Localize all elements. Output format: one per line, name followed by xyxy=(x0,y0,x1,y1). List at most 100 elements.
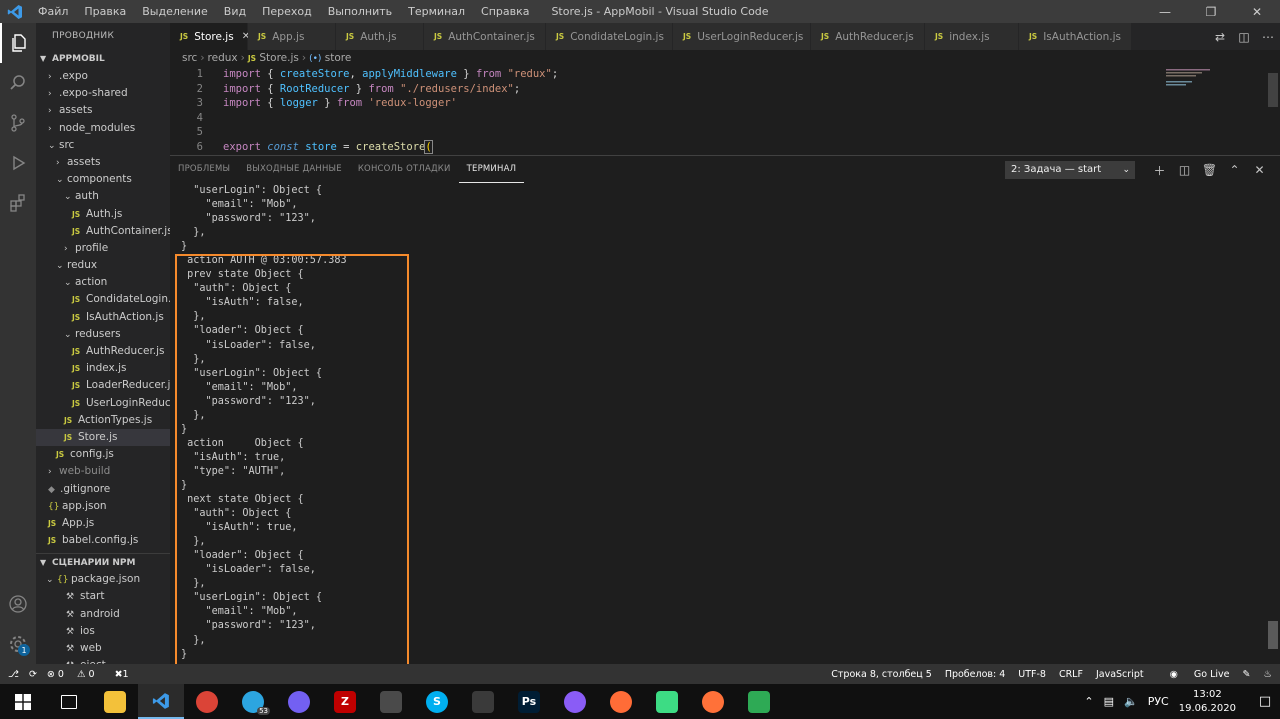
taskbar-viber[interactable] xyxy=(276,684,322,719)
breadcrumb-symbol[interactable]: store xyxy=(325,52,352,64)
taskbar-firefox[interactable] xyxy=(690,684,736,719)
editor-scrollbar[interactable] xyxy=(1266,67,1280,155)
tree-item[interactable]: ◆ .gitignore xyxy=(36,481,170,498)
terminal-select[interactable]: 2: Задача — start ⌄ xyxy=(1005,161,1135,179)
tab-auth-js[interactable]: JS Auth.js xyxy=(336,23,424,50)
tree-item[interactable]: {} app.json xyxy=(36,498,170,515)
line-ending[interactable]: CRLF xyxy=(1059,669,1083,680)
restore-icon[interactable]: ❐ xyxy=(1188,0,1234,23)
start-button[interactable] xyxy=(0,684,46,719)
breadcrumb-redux[interactable]: redux xyxy=(208,52,238,64)
taskbar-postman[interactable] xyxy=(598,684,644,719)
run-debug-icon[interactable] xyxy=(0,143,36,183)
minimize-icon[interactable]: — xyxy=(1142,0,1188,23)
tree-item[interactable]: › node_modules xyxy=(36,120,170,137)
feedback-icon[interactable]: ✎ xyxy=(1243,669,1251,680)
panel-tab[interactable]: КОНСОЛЬ ОТЛАДКИ xyxy=(350,156,459,183)
tab-condidatelogin-js[interactable]: JS CondidateLogin.js xyxy=(546,23,673,50)
search-icon[interactable] xyxy=(0,63,36,103)
tree-item[interactable]: ⌄ redusers xyxy=(36,326,170,343)
tree-item[interactable]: ⌄ src xyxy=(36,137,170,154)
menu-item[interactable]: Выделение xyxy=(134,5,216,18)
tools-status[interactable]: ✖1 xyxy=(115,669,139,680)
taskbar-photoshop[interactable]: Ps xyxy=(506,684,552,719)
network-icon[interactable]: ▤ xyxy=(1104,695,1114,708)
explorer-icon[interactable] xyxy=(0,23,36,63)
source-control-icon[interactable] xyxy=(0,103,36,143)
extensions-icon[interactable] xyxy=(0,183,36,223)
menu-item[interactable]: Выполнить xyxy=(320,5,400,18)
minimap[interactable] xyxy=(1166,67,1266,155)
tree-item[interactable]: JS Auth.js xyxy=(36,206,170,223)
tree-item[interactable]: ⌄ auth xyxy=(36,188,170,205)
maximize-panel-icon[interactable]: ⌃ xyxy=(1222,163,1247,177)
menu-item[interactable]: Вид xyxy=(216,5,254,18)
clock[interactable]: 13:02 19.06.2020 xyxy=(1179,688,1236,716)
tab-store-js[interactable]: JS Store.js ✕ xyxy=(170,23,250,50)
tree-item[interactable]: JS AuthReducer.js xyxy=(36,343,170,360)
taskbar-calculator[interactable] xyxy=(368,684,414,719)
taskbar-telegram[interactable]: 53 xyxy=(230,684,276,719)
tree-item[interactable]: JS index.js xyxy=(36,360,170,377)
problems-status[interactable]: ⊗ 0 ⚠ 0 xyxy=(47,669,105,680)
panel-tab[interactable]: ВЫХОДНЫЕ ДАННЫЕ xyxy=(238,156,350,183)
notifications-bell-icon[interactable]: ♨ xyxy=(1263,669,1272,680)
split-editor-icon[interactable]: ◫ xyxy=(1232,30,1256,44)
tree-item[interactable]: ⌄ action xyxy=(36,274,170,291)
npm-script-item[interactable]: ⚒ ios xyxy=(36,623,170,640)
taskbar-explorer[interactable] xyxy=(92,684,138,719)
tree-item[interactable]: ⌄ redux xyxy=(36,257,170,274)
npm-package-item[interactable]: ⌄{} package.json xyxy=(36,571,170,588)
npm-script-item[interactable]: ⚒ start xyxy=(36,588,170,605)
taskbar-chrome[interactable] xyxy=(184,684,230,719)
tree-item[interactable]: JS config.js xyxy=(36,446,170,463)
live-share-icon[interactable]: ⟳ xyxy=(29,669,37,680)
source-control-status-icon[interactable]: ⎇ xyxy=(8,669,19,680)
tree-item[interactable]: › profile xyxy=(36,240,170,257)
npm-scripts-section-header[interactable]: ▼ СЦЕНАРИИ NPM xyxy=(36,553,170,571)
breadcrumb-src[interactable]: src xyxy=(182,52,197,64)
panel-tab[interactable]: ТЕРМИНАЛ xyxy=(458,156,525,183)
tree-item[interactable]: JS CondidateLogin.js xyxy=(36,291,170,308)
taskbar-filezilla[interactable]: Z xyxy=(322,684,368,719)
taskbar-android-studio[interactable] xyxy=(644,684,690,719)
npm-script-item[interactable]: ⚒ web xyxy=(36,640,170,657)
tab-authcontainer-js[interactable]: JS AuthContainer.js xyxy=(424,23,546,50)
cursor-position[interactable]: Строка 8, столбец 5 xyxy=(831,669,932,680)
tree-item[interactable]: JS App.js xyxy=(36,515,170,532)
terminal-scrollbar[interactable] xyxy=(1266,183,1280,665)
close-icon[interactable]: ✕ xyxy=(1234,0,1280,23)
tree-item[interactable]: › .expo xyxy=(36,68,170,85)
tree-item[interactable]: › .expo-shared xyxy=(36,85,170,102)
tab-userloginreducer-js[interactable]: JS UserLoginReducer.js xyxy=(673,23,811,50)
tab-app-js[interactable]: JS App.js xyxy=(248,23,336,50)
settings-gear-icon[interactable]: 1 xyxy=(0,624,36,664)
tab-index-js[interactable]: JS index.js xyxy=(925,23,1019,50)
action-center-icon[interactable]: □ xyxy=(1250,694,1280,709)
language-indicator[interactable]: РУС xyxy=(1148,695,1169,708)
taskbar-postman-like[interactable] xyxy=(552,684,598,719)
tree-item[interactable]: JS ActionTypes.js xyxy=(36,412,170,429)
npm-script-item[interactable]: ⚒eject xyxy=(36,657,170,664)
tree-item[interactable]: JS LoaderReducer.js xyxy=(36,377,170,394)
go-live-button[interactable]: ◉ Go Live xyxy=(1157,669,1230,680)
taskbar-skype[interactable]: S xyxy=(414,684,460,719)
tab-isauthaction-js[interactable]: JS IsAuthAction.js xyxy=(1019,23,1132,50)
language-mode[interactable]: JavaScript xyxy=(1096,669,1144,680)
tray-chevron-up-icon[interactable]: ⌃ xyxy=(1084,695,1093,708)
menu-item[interactable]: Переход xyxy=(254,5,320,18)
taskbar-paint[interactable] xyxy=(460,684,506,719)
new-terminal-icon[interactable]: ＋ xyxy=(1147,162,1172,179)
split-terminal-icon[interactable]: ◫ xyxy=(1172,163,1197,177)
taskbar-green-app[interactable] xyxy=(736,684,782,719)
project-section-header[interactable]: ▼ APPMOBIL xyxy=(36,50,170,68)
tab-authreducer-js[interactable]: JS AuthReducer.js xyxy=(811,23,925,50)
trash-icon[interactable]: 🗑 xyxy=(1197,163,1222,177)
more-actions-icon[interactable]: ⋯ xyxy=(1256,30,1280,44)
tree-item[interactable]: JS UserLoginReduce... xyxy=(36,395,170,412)
tree-item[interactable]: ⌄ components xyxy=(36,171,170,188)
tree-item[interactable]: › assets xyxy=(36,102,170,119)
taskbar-task-view[interactable] xyxy=(46,684,92,719)
tree-item[interactable]: JS babel.config.js xyxy=(36,532,170,549)
breadcrumb-file[interactable]: Store.js xyxy=(259,52,298,64)
